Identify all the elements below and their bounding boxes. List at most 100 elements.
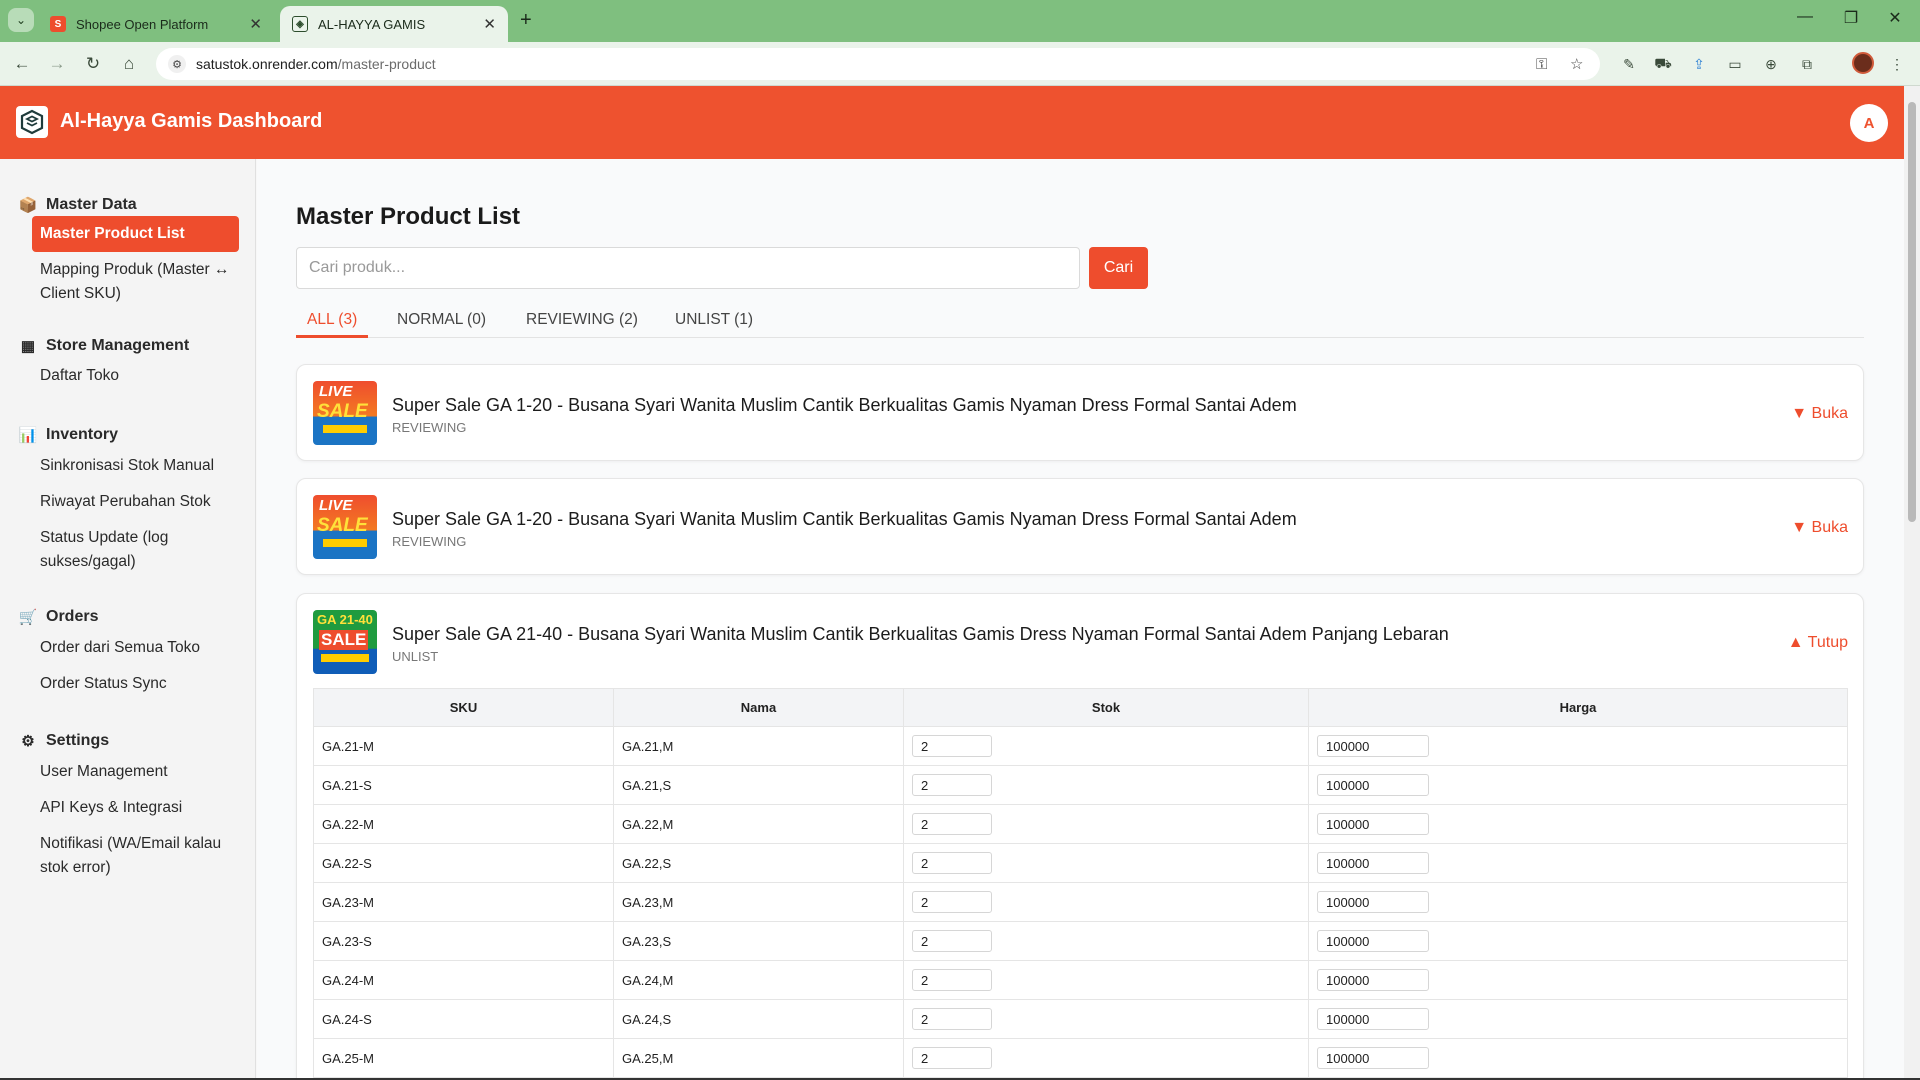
sidebar-section-title: Inventory [46, 426, 119, 443]
nama-cell: GA.22,S [613, 843, 904, 883]
sku-cell: GA.22-M [313, 804, 614, 844]
sidebar-item-riwayat-perubahan[interactable]: Riwayat Perubahan Stok [32, 484, 239, 520]
sidebar-item-sinkronisasi-stok[interactable]: Sinkronisasi Stok Manual [32, 448, 239, 484]
harga-input[interactable] [1317, 735, 1429, 757]
tab-reviewing[interactable]: REVIEWING (2) [515, 300, 649, 338]
app-logo-icon [16, 106, 48, 138]
stok-input[interactable] [912, 891, 992, 913]
nama-cell: GA.22,M [613, 804, 904, 844]
sidebar-item-daftar-toko[interactable]: Daftar Toko [32, 358, 239, 394]
minimize-icon[interactable]: — [1790, 8, 1820, 26]
address-bar[interactable]: ⚙ satustok.onrender.com/master-product ⚿… [156, 48, 1600, 80]
sidebar-item-notifikasi[interactable]: Notifikasi (WA/Email kalau stok error) [32, 826, 239, 886]
browser-tab-alhayya[interactable]: ◈ AL-HAYYA GAMIS ✕ [280, 6, 508, 42]
browser-menu-icon[interactable]: ⋮ [1886, 53, 1908, 75]
sidebar-item-order-semua-toko[interactable]: Order dari Semua Toko [32, 630, 239, 666]
sidebar-item-mapping-produk[interactable]: Mapping Produk (Master ↔ Client SKU) [32, 252, 239, 312]
stok-cell [903, 726, 1309, 766]
sidebar-item-user-management[interactable]: User Management [32, 754, 239, 790]
back-icon[interactable]: ← [9, 51, 35, 77]
harga-input[interactable] [1317, 1047, 1429, 1069]
stok-input[interactable] [912, 930, 992, 952]
sidebar-section-settings: ⚙ Settings [18, 731, 109, 751]
stok-input[interactable] [912, 774, 992, 796]
column-header-sku: SKU [313, 688, 614, 727]
site-info-icon[interactable]: ⚙ [168, 55, 186, 73]
thumbnail-text: SALE [319, 630, 369, 650]
thumbnail-text: GA 21-40 [317, 612, 373, 627]
home-icon[interactable]: ⌂ [116, 51, 142, 77]
stok-input[interactable] [912, 735, 992, 757]
harga-input[interactable] [1317, 969, 1429, 991]
car-extension-icon[interactable]: ⛟ [1652, 53, 1674, 75]
column-header-harga: Harga [1308, 688, 1848, 727]
stok-input[interactable] [912, 1047, 992, 1069]
page-scrollbar[interactable] [1904, 86, 1920, 1080]
globe-extension-icon[interactable]: ⊕ [1760, 53, 1782, 75]
sidebar-item-status-update[interactable]: Status Update (log sukses/gagal) [32, 520, 239, 580]
scrollbar-thumb[interactable] [1908, 102, 1916, 522]
close-tab-icon[interactable]: ✕ [483, 15, 496, 33]
harga-cell [1308, 960, 1848, 1000]
stok-cell [903, 843, 1309, 883]
nama-cell: GA.23,M [613, 882, 904, 922]
tab-unlist[interactable]: UNLIST (1) [664, 300, 764, 338]
sku-table: SKU Nama Stok Harga GA.21-M GA.21,M GA.2… [313, 688, 1848, 1078]
harga-input[interactable] [1317, 930, 1429, 952]
tab-normal[interactable]: NORMAL (0) [386, 300, 497, 338]
sidebar-item-order-status-sync[interactable]: Order Status Sync [32, 666, 239, 702]
password-key-icon[interactable]: ⚿ [1536, 48, 1547, 80]
product-status: REVIEWING [392, 420, 467, 435]
table-row: GA.21-M GA.21,M [313, 726, 1848, 766]
sidebar-section-title: Store Management [46, 337, 190, 354]
nama-cell: GA.25,M [613, 1038, 904, 1078]
pen-extension-icon[interactable]: ✎ [1618, 53, 1640, 75]
window-close-icon[interactable]: ✕ [1880, 8, 1910, 28]
sidebar-item-master-product-list[interactable]: Master Product List [32, 216, 239, 252]
collapse-toggle-button[interactable]: ▲ Tutup [1788, 634, 1848, 652]
stok-input[interactable] [912, 1008, 992, 1030]
nama-cell: GA.21,S [613, 765, 904, 805]
tab-all[interactable]: ALL (3) [296, 300, 369, 338]
close-tab-icon[interactable]: ✕ [249, 15, 262, 33]
table-row: GA.24-M GA.24,M [313, 960, 1848, 1000]
product-name: Super Sale GA 21-40 - Busana Syari Wanit… [392, 624, 1449, 644]
stok-input[interactable] [912, 852, 992, 874]
sidebar: 📦 Master Data Master Product List Mappin… [0, 159, 256, 1080]
sku-cell: GA.24-S [313, 999, 614, 1039]
profile-avatar[interactable] [1852, 52, 1874, 74]
product-name: Super Sale GA 1-20 - Busana Syari Wanita… [392, 395, 1297, 415]
column-header-nama: Nama [613, 688, 904, 727]
stok-input[interactable] [912, 969, 992, 991]
puzzle-extensions-icon[interactable]: ⧉ [1796, 53, 1818, 75]
harga-input[interactable] [1317, 891, 1429, 913]
table-row: GA.22-S GA.22,S [313, 843, 1848, 883]
product-name: Super Sale GA 1-20 - Busana Syari Wanita… [392, 509, 1297, 529]
stok-input[interactable] [912, 813, 992, 835]
harga-input[interactable] [1317, 852, 1429, 874]
search-input[interactable] [296, 247, 1080, 289]
harga-input[interactable] [1317, 813, 1429, 835]
search-button[interactable]: Cari [1089, 247, 1148, 289]
bookmark-star-icon[interactable]: ☆ [1570, 48, 1583, 80]
thumbnail-text: LIVE [319, 383, 353, 400]
expand-toggle-button[interactable]: ▼ Buka [1791, 405, 1848, 423]
table-row: GA.23-M GA.23,M [313, 882, 1848, 922]
restore-icon[interactable]: ❐ [1836, 8, 1866, 28]
harga-input[interactable] [1317, 1008, 1429, 1030]
share-extension-icon[interactable]: ⇪ [1688, 53, 1710, 75]
harga-input[interactable] [1317, 774, 1429, 796]
product-thumbnail: LIVE SALE [313, 381, 377, 445]
user-avatar[interactable]: A [1850, 104, 1888, 142]
reload-icon[interactable]: ↻ [80, 51, 106, 77]
stok-cell [903, 960, 1309, 1000]
sidebar-item-api-keys[interactable]: API Keys & Integrasi [32, 790, 239, 826]
browser-tab-shopee[interactable]: S Shopee Open Platform ✕ [38, 6, 274, 42]
tab-search-button[interactable]: ⌄ [8, 8, 34, 32]
expand-toggle-button[interactable]: ▼ Buka [1791, 519, 1848, 537]
stok-cell [903, 765, 1309, 805]
sidebar-section-inventory: 📊 Inventory [18, 425, 118, 445]
screen-extension-icon[interactable]: ▭ [1724, 53, 1746, 75]
forward-icon[interactable]: → [44, 51, 70, 77]
new-tab-icon[interactable]: + [520, 9, 532, 32]
